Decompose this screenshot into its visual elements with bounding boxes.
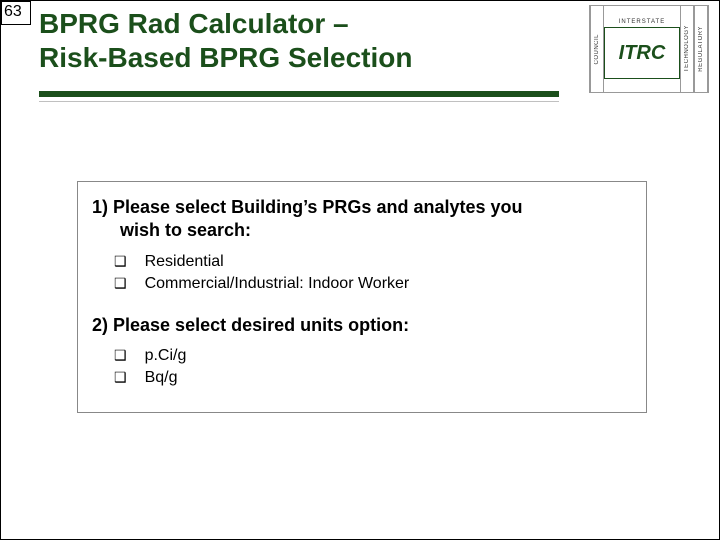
- checkbox-icon: ❑: [114, 367, 127, 388]
- section2-option-pcig[interactable]: ❑ p.Ci/g: [114, 345, 632, 367]
- section1-options: ❑ Residential ❑ Commercial/Industrial: I…: [92, 251, 632, 296]
- checkbox-icon: ❑: [114, 345, 127, 366]
- itrc-top-label: INTERSTATE: [619, 19, 665, 25]
- checkbox-icon: ❑: [114, 273, 127, 294]
- section2-option-bqg[interactable]: ❑ Bq/g: [114, 367, 632, 389]
- itrc-right-bottom-label: REGULATORY: [694, 6, 708, 92]
- slide-title: BPRG Rad Calculator – Risk-Based BPRG Se…: [39, 7, 579, 74]
- slide-frame: 63 BPRG Rad Calculator – Risk-Based BPRG…: [0, 0, 720, 540]
- section2-options: ❑ p.Ci/g ❑ Bq/g: [92, 345, 632, 390]
- itrc-center: INTERSTATE ITRC: [604, 6, 680, 92]
- page-number: 63: [1, 1, 31, 25]
- section1-heading-line2: wish to search:: [92, 219, 632, 242]
- section1-option-residential[interactable]: ❑ Residential: [114, 251, 632, 273]
- itrc-logo-block: COUNCIL INTERSTATE ITRC TECHNOLOGY REGUL…: [589, 5, 709, 93]
- itrc-right-top-label: TECHNOLOGY: [680, 6, 694, 92]
- title-line-1: BPRG Rad Calculator –: [39, 8, 349, 39]
- section1-heading: 1) Please select Building’s PRGs and ana…: [92, 196, 632, 243]
- section1-option-commercial[interactable]: ❑ Commercial/Industrial: Indoor Worker: [114, 273, 632, 295]
- option-label: Residential: [145, 251, 224, 273]
- title-rule-thick: [39, 91, 559, 97]
- section2-heading: 2) Please select desired units option:: [92, 314, 632, 337]
- title-rule-thin: [39, 101, 559, 102]
- itrc-left-label: COUNCIL: [590, 6, 604, 92]
- checkbox-icon: ❑: [114, 251, 127, 272]
- section1-heading-line1: 1) Please select Building’s PRGs and ana…: [92, 197, 523, 217]
- content-box: 1) Please select Building’s PRGs and ana…: [77, 181, 647, 413]
- option-label: Bq/g: [145, 367, 178, 389]
- itrc-logo: ITRC: [604, 27, 680, 79]
- option-label: Commercial/Industrial: Indoor Worker: [145, 273, 410, 295]
- option-label: p.Ci/g: [145, 345, 187, 367]
- title-line-2: Risk-Based BPRG Selection: [39, 42, 412, 73]
